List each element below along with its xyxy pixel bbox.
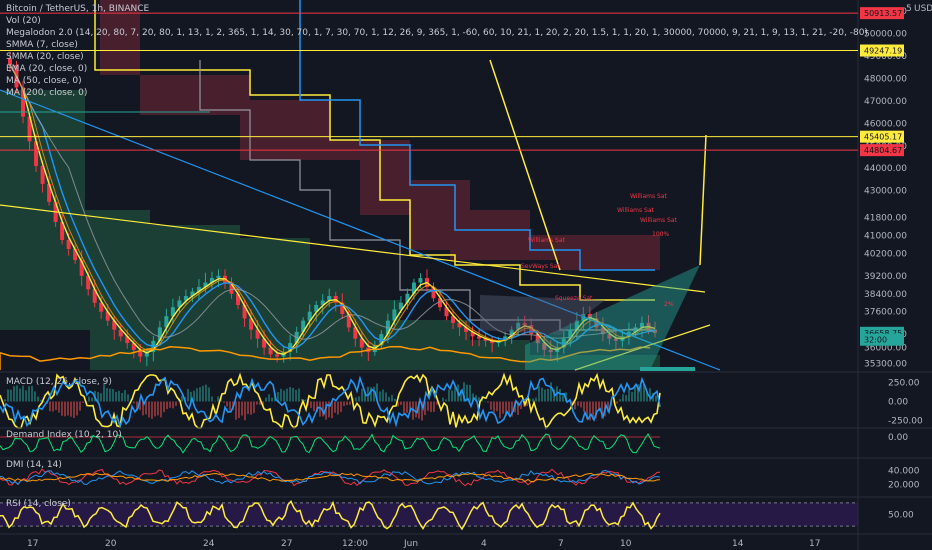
time-axis-tick: 7	[558, 539, 564, 549]
time-axis-tick: 14	[732, 539, 744, 549]
time-axis-tick: 20	[105, 539, 117, 549]
dmi-axis-tick: 20.000	[888, 481, 920, 491]
price-tag-label: 50913.57	[864, 9, 902, 18]
signal-label: Williams Sat	[640, 217, 678, 224]
price-axis-tick: 48000.00	[864, 74, 907, 84]
macd-axis-tick: 250.00	[888, 379, 920, 389]
time-axis-tick: 17	[27, 539, 38, 549]
time-axis-tick: 24	[203, 539, 215, 549]
candle-body	[418, 278, 423, 283]
symbol-title: Bitcoin / TetherUS, 1h, BINANCE	[6, 4, 150, 14]
demand-axis-tick: 0.00	[888, 433, 908, 443]
dmi-axis-tick: 40.000	[888, 467, 920, 477]
time-axis-tick: 17	[809, 539, 820, 549]
candle-body	[216, 275, 221, 279]
rsi-band	[0, 502, 858, 527]
time-axis-tick: 27	[281, 539, 292, 549]
price-axis-tick: 37600.00	[864, 308, 907, 318]
signal-label: 100%	[652, 231, 669, 238]
legend-line-6: MA (200, close, 0)	[6, 88, 87, 98]
rsi-axis-tick: 50.00	[888, 511, 914, 521]
macd-axis-tick: 0.00	[888, 398, 908, 408]
signal-label: Williams Sat	[630, 193, 668, 200]
price-axis-tick: 39200.00	[864, 272, 907, 282]
price-axis-tick: 47000.00	[864, 97, 907, 107]
signal-label: 2%	[664, 301, 674, 308]
dmi-title: DMI (14, 14)	[6, 460, 62, 470]
currency-tick: 5	[906, 4, 912, 14]
time-axis-tick: 12:00	[342, 539, 368, 549]
currency-label: USDT	[914, 4, 932, 14]
signal-label: Williams Sat	[617, 207, 655, 214]
demand-title: Demand Index (10, 2, 10)	[6, 430, 122, 440]
macd-title: MACD (12, 26, close, 9)	[6, 377, 112, 387]
price-axis-tick: 50000.00	[864, 30, 907, 40]
price-axis-tick: 46000.00	[864, 119, 907, 129]
candle-body	[275, 354, 280, 357]
signal-label: Williams Sat	[528, 237, 566, 244]
price-axis-tick: 44000.00	[864, 164, 907, 174]
legend-line-5: MA (50, close, 0)	[6, 76, 82, 86]
legend-line-1: Megalodon 2.0 (14, 20, 80, 7, 20, 80, 1,…	[6, 28, 868, 38]
price-axis-tick: 41800.00	[864, 214, 907, 224]
trading-chart[interactable]: 51000.0050000.0049000.0048000.0047000.00…	[0, 0, 932, 550]
time-axis-tick: Jun	[403, 539, 418, 549]
price-tag-label: 45405.17	[864, 133, 902, 142]
price-tag-label: 32:00	[864, 336, 887, 345]
time-axis-tick: 4	[481, 539, 487, 549]
signal-label: Squeeze Sat	[555, 295, 593, 302]
price-axis-tick: 35300.00	[864, 359, 907, 369]
price-axis-tick: 38400.00	[864, 290, 907, 300]
signal-label: SevWays Sat	[521, 263, 560, 270]
price-tag-label: 44804.67	[864, 146, 902, 155]
legend-line-0: Vol (20)	[6, 16, 41, 26]
macd-axis-tick: -250.00	[888, 416, 923, 426]
legend-line-2: SMMA (7, close)	[6, 40, 78, 50]
price-axis-tick: 41000.00	[864, 231, 907, 241]
legend-line-3: SMMA (20, close)	[6, 52, 84, 62]
candle-body	[66, 239, 71, 249]
price-axis-tick: 40200.00	[864, 249, 907, 259]
teal-bar	[640, 367, 695, 371]
price-tag-label: 49247.19	[864, 47, 902, 56]
price-axis-tick: 43000.00	[864, 187, 907, 197]
time-axis-tick: 10	[620, 539, 632, 549]
rsi-title: RSI (14, close)	[6, 499, 71, 509]
legend-line-4: EMA (20, close, 0)	[6, 64, 87, 74]
